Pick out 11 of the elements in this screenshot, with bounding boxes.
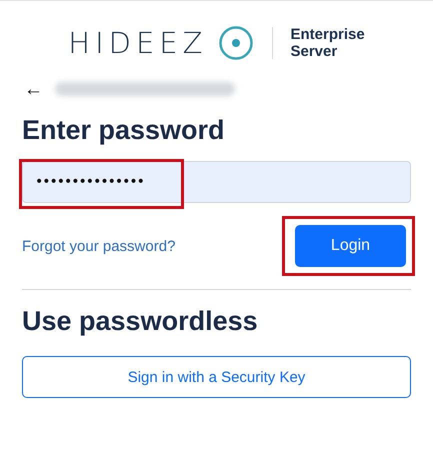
page-heading: Enter password xyxy=(22,114,226,147)
logo-ring-icon xyxy=(218,25,254,61)
security-key-button[interactable]: Sign in with a Security Key xyxy=(22,356,411,398)
product-name: Server xyxy=(290,43,338,60)
password-field[interactable]: ••••••••••••••• xyxy=(22,161,411,203)
section-heading: Use passwordless xyxy=(22,305,259,338)
login-button[interactable]: Login xyxy=(295,225,406,267)
forgot-password-link[interactable]: Forgot your password? xyxy=(22,238,176,254)
product-name: Enterprise xyxy=(290,26,365,43)
logo-wordmark: HIDEEZ xyxy=(68,28,208,58)
back-button[interactable]: ← xyxy=(22,80,45,98)
